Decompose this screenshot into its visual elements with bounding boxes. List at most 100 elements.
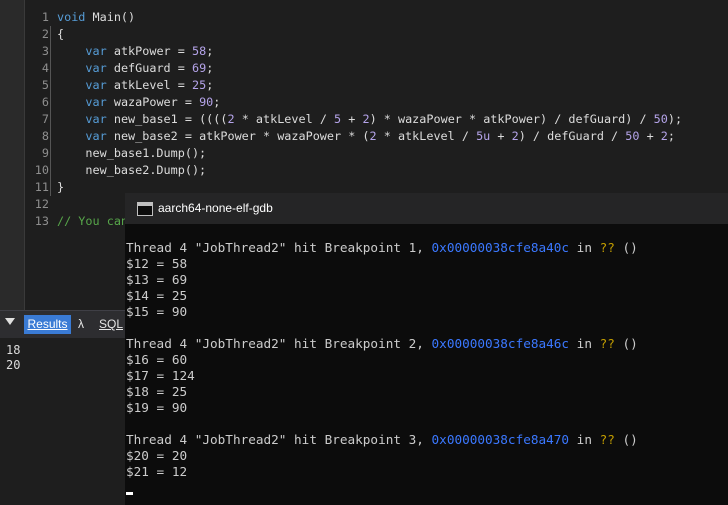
fold-guide [50, 179, 51, 196]
text-token: $14 = 25 [126, 288, 188, 303]
editor-margin [0, 0, 24, 310]
fold-guide [50, 128, 51, 145]
terminal-output[interactable]: Thread 4 "JobThread2" hit Breakpoint 1, … [126, 240, 638, 496]
tab-results[interactable]: Results [24, 315, 71, 334]
tab-sql[interactable]: SQL [99, 315, 123, 334]
keyword-token: var [85, 112, 107, 126]
output-line: 18 [6, 343, 21, 357]
text-token: Thread 4 "JobThread2" hit Breakpoint 1, [126, 240, 432, 255]
text-token: + [341, 112, 363, 126]
text-token: atkLevel = [106, 78, 192, 92]
tab-lambda[interactable]: λ [78, 315, 84, 334]
address-token: 0x00000038cfe8a40c [431, 240, 570, 255]
code-text: new_base2.Dump(); [57, 162, 206, 179]
terminal-line: $19 = 90 [126, 400, 638, 416]
text-token: * atkLevel / [234, 112, 335, 126]
text-token: Main() [85, 10, 136, 24]
text-token: $17 = 124 [126, 368, 195, 383]
text-cursor [126, 492, 133, 495]
number-token: 58 [191, 44, 207, 58]
number-token: 90 [199, 95, 214, 109]
terminal-prompt-line[interactable] [126, 480, 638, 496]
text-token: () [614, 432, 638, 447]
collapse-triangle-icon[interactable] [5, 318, 15, 325]
text-token: $19 = 90 [126, 400, 188, 415]
fold-guide [50, 43, 51, 60]
text-token: ) / defGuard / [518, 129, 626, 143]
gdb-terminal-window[interactable]: aarch64-none-elf-gdb Thread 4 "JobThread… [125, 193, 728, 505]
text-token: () [614, 240, 638, 255]
terminal-line: $15 = 90 [126, 304, 638, 320]
terminal-line: Thread 4 "JobThread2" hit Breakpoint 2, … [126, 336, 638, 352]
line-number: 9 [41, 146, 49, 160]
code-text: void Main() [57, 9, 135, 26]
text-token: Thread 4 "JobThread2" hit Breakpoint 3, [126, 432, 432, 447]
window-title: aarch64-none-elf-gdb [158, 201, 273, 215]
line-number: 2 [41, 27, 49, 41]
text-token: defGuard = [106, 61, 192, 75]
text-token: $18 = 25 [126, 384, 188, 399]
unknown-symbol-token: ?? [599, 240, 615, 255]
text-token: () [614, 336, 638, 351]
fold-guide [50, 145, 51, 162]
terminal-icon [137, 202, 153, 216]
keyword-token: var [85, 78, 107, 92]
number-token: 50 [653, 112, 668, 126]
keyword-token: var [85, 61, 107, 75]
number-token: 69 [191, 61, 207, 75]
code-text: var new_base1 = ((((2 * atkLevel / 5 + 2… [57, 111, 682, 128]
number-token: 25 [191, 78, 207, 92]
text-token: in [569, 432, 600, 447]
window-title-bar[interactable]: aarch64-none-elf-gdb [125, 193, 728, 224]
text-token: + [490, 129, 512, 143]
fold-guide [50, 111, 51, 128]
number-token: 50 [625, 129, 640, 143]
keyword-token: void [57, 10, 86, 24]
line-number: 7 [41, 112, 49, 126]
number-token: 2 [369, 129, 377, 143]
number-token: 2 [660, 129, 668, 143]
fold-guide [50, 162, 51, 179]
text-token: $13 = 69 [126, 272, 188, 287]
text-token: ; [213, 95, 221, 109]
text-token: $16 = 60 [126, 352, 188, 367]
unknown-symbol-token: ?? [599, 432, 615, 447]
terminal-line: $12 = 58 [126, 256, 638, 272]
number-token: 2 [362, 112, 370, 126]
terminal-line: Thread 4 "JobThread2" hit Breakpoint 3, … [126, 432, 638, 448]
address-token: 0x00000038cfe8a46c [431, 336, 570, 351]
code-text: var atkPower = 58; [57, 43, 213, 60]
text-token: ) * wazaPower * atkPower) / defGuard) / [369, 112, 654, 126]
results-panel: Results λ SQL 18 20 [0, 310, 125, 505]
terminal-line: $14 = 25 [126, 288, 638, 304]
code-text: // You can [57, 213, 128, 230]
text-token: $21 = 12 [126, 464, 188, 479]
line-number: 12 [34, 197, 49, 211]
code-text: } [57, 179, 64, 196]
terminal-line: $17 = 124 [126, 368, 638, 384]
line-number: 13 [34, 214, 49, 228]
keyword-token: var [85, 129, 107, 143]
text-token: atkPower = [106, 44, 192, 58]
line-number: 1 [41, 10, 49, 24]
text-token: ; [206, 61, 214, 75]
text-token: in [569, 336, 600, 351]
text-token: + [639, 129, 661, 143]
output-line: 20 [6, 358, 21, 372]
fold-guide [50, 94, 51, 111]
text-token: ; [206, 78, 214, 92]
terminal-line: $21 = 12 [126, 464, 638, 480]
terminal-line: $13 = 69 [126, 272, 638, 288]
line-number: 10 [34, 163, 49, 177]
text-token: new_base1 = (((( [106, 112, 228, 126]
code-text: var wazaPower = 90; [57, 94, 220, 111]
fold-guide [50, 26, 51, 43]
fold-guide [50, 77, 51, 94]
text-token: $12 = 58 [126, 256, 188, 271]
